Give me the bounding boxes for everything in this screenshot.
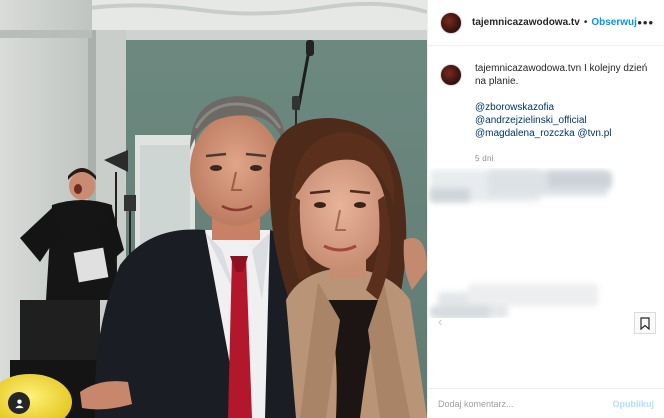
- post-header: tajemnicazawodowa.tv • Obserwuj •••: [428, 0, 664, 46]
- mention-link[interactable]: @zborowskazofia: [475, 101, 652, 114]
- header-username[interactable]: tajemnicazawodowa.tv: [472, 17, 580, 28]
- post-photo[interactable]: [0, 0, 427, 418]
- caption-body: tajemnicazawodowa.tvn I kolejny dzień na…: [475, 62, 652, 165]
- post-actions: ‹: [428, 310, 664, 336]
- caption-username[interactable]: tajemnicazawodowa.tvn: [475, 63, 581, 74]
- caption-avatar[interactable]: [440, 64, 462, 86]
- caption-mentions: @zborowskazofia @andrzejzielinski_offici…: [475, 101, 652, 140]
- chevron-left-icon[interactable]: ‹: [438, 314, 442, 329]
- bookmark-button[interactable]: [634, 312, 656, 334]
- tag-button[interactable]: [8, 392, 30, 414]
- more-options-icon[interactable]: •••: [637, 16, 654, 29]
- mention-link[interactable]: @magdalena_rozczka @tvn.pl: [475, 127, 652, 140]
- publish-button[interactable]: Opublikuj: [613, 399, 655, 409]
- blurred-comments: [428, 168, 664, 318]
- comment-bar: Opublikuj: [428, 388, 664, 418]
- header-separator: •: [583, 17, 588, 28]
- bookmark-icon: [640, 316, 650, 330]
- user-tag-icon: [14, 398, 24, 408]
- caption: tajemnicazawodowa.tvn I kolejny dzień na…: [428, 46, 664, 165]
- comment-input[interactable]: [438, 398, 613, 409]
- avatar[interactable]: [440, 11, 462, 34]
- photo-scene: [0, 0, 427, 418]
- mention-link[interactable]: @andrzejzielinski_official: [475, 114, 652, 127]
- post-side-panel: tajemnicazawodowa.tv • Obserwuj ••• taje…: [427, 0, 664, 418]
- instagram-post: tajemnicazawodowa.tv • Obserwuj ••• taje…: [0, 0, 664, 418]
- follow-button[interactable]: Obserwuj: [591, 17, 637, 28]
- post-age[interactable]: 5 dni: [475, 152, 652, 165]
